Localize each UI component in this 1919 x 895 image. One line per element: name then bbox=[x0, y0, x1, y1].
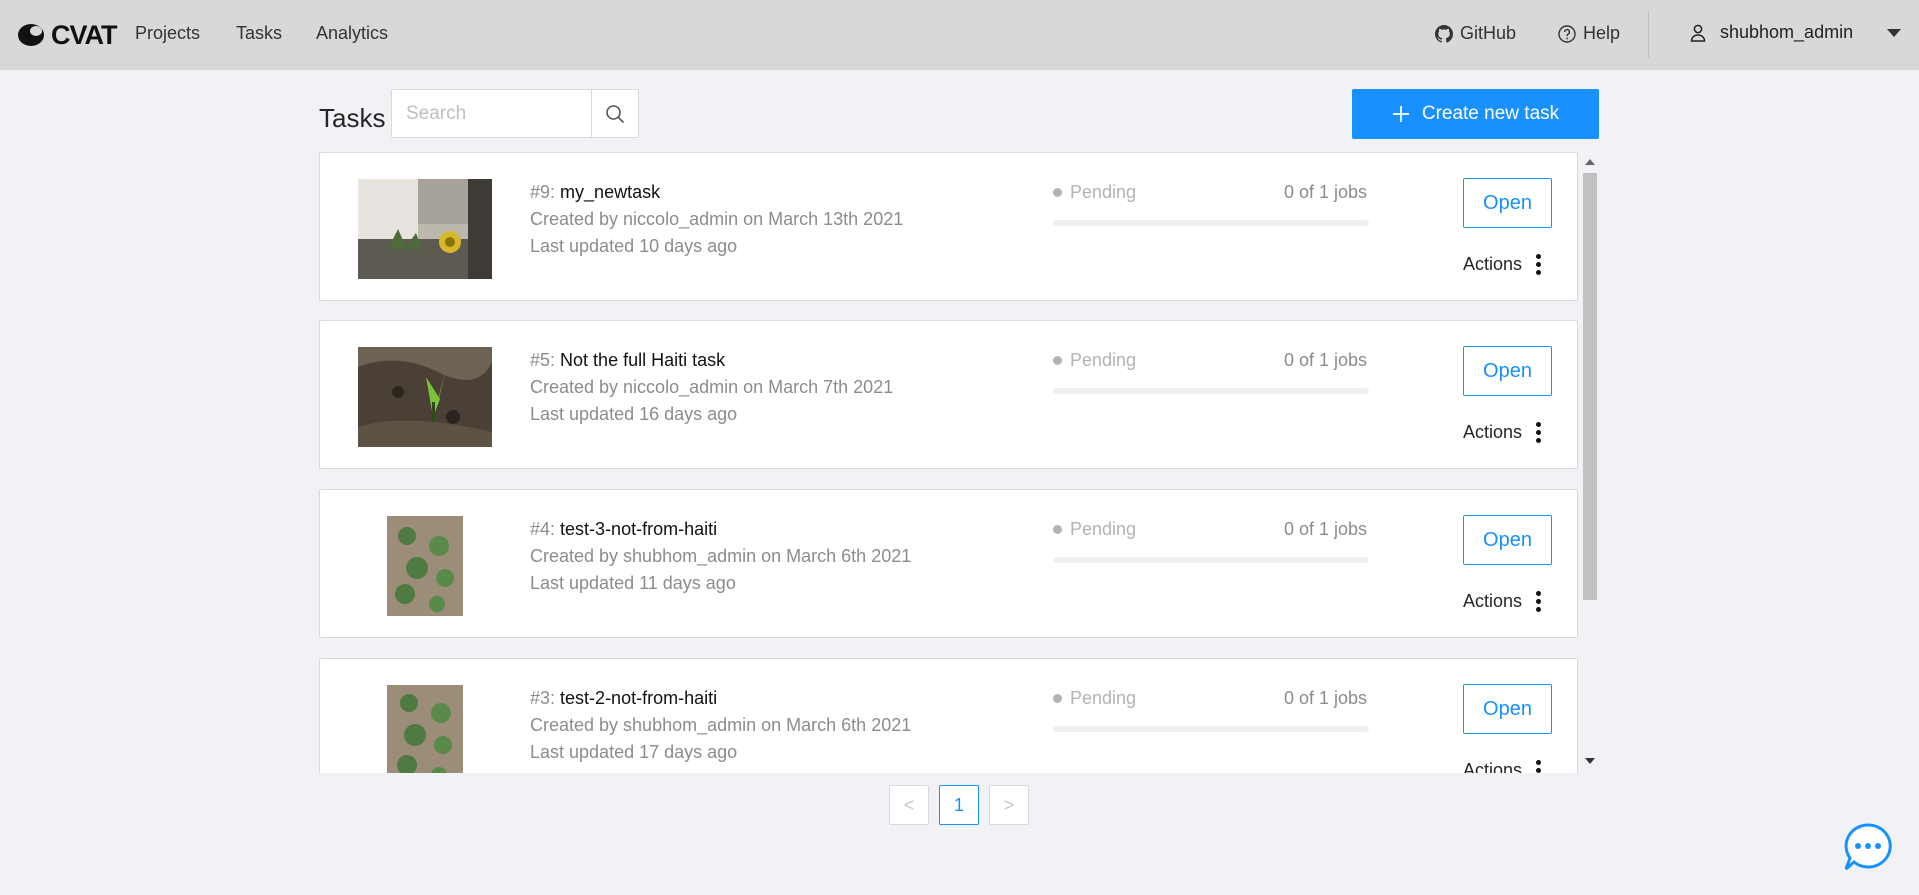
task-updated: Last updated 16 days ago bbox=[530, 404, 738, 424]
task-thumbnail bbox=[387, 516, 463, 616]
status-label: Pending bbox=[1070, 182, 1137, 202]
task-created: Created by niccolo_admin on March 7th 20… bbox=[530, 377, 894, 397]
task-updated: Last updated 10 days ago bbox=[530, 236, 738, 256]
open-task-button[interactable]: Open bbox=[1463, 346, 1552, 396]
task-status: Pending bbox=[1053, 688, 1136, 709]
task-title[interactable]: #3: test-2-not-from-haiti bbox=[530, 688, 717, 709]
open-task-button[interactable]: Open bbox=[1463, 684, 1552, 734]
task-progress-bar bbox=[1053, 726, 1369, 732]
help-label: Help bbox=[1583, 23, 1621, 43]
status-label: Pending bbox=[1070, 688, 1137, 708]
task-title[interactable]: #9: my_newtask bbox=[530, 182, 660, 203]
status-dot-icon bbox=[1053, 356, 1062, 365]
nav-projects[interactable]: Projects bbox=[135, 23, 200, 44]
task-progress-bar bbox=[1053, 220, 1369, 226]
task-thumbnail bbox=[358, 347, 492, 447]
task-id: #9: bbox=[530, 182, 556, 202]
open-task-button[interactable]: Open bbox=[1463, 178, 1552, 228]
create-new-task-label: Create new task bbox=[1421, 103, 1560, 124]
more-vertical-icon bbox=[1536, 591, 1542, 612]
actions-label: Actions bbox=[1463, 254, 1523, 274]
nav-tasks[interactable]: Tasks bbox=[236, 23, 282, 44]
scroll-thumb[interactable] bbox=[1583, 173, 1597, 600]
plus-icon bbox=[1392, 106, 1409, 122]
header-divider bbox=[1648, 12, 1649, 58]
status-label: Pending bbox=[1070, 519, 1137, 539]
username: shubhom_admin bbox=[1720, 22, 1854, 42]
task-jobs: 0 of 1 jobs bbox=[1283, 519, 1367, 539]
task-actions-menu[interactable]: Actions bbox=[1463, 591, 1542, 612]
task-list: #9: my_newtask Created by niccolo_admin … bbox=[319, 151, 1599, 773]
task-actions-menu[interactable]: Actions bbox=[1463, 760, 1542, 773]
task-updated: Last updated 11 days ago bbox=[530, 573, 736, 593]
task-thumbnail bbox=[387, 685, 463, 773]
task-thumbnail bbox=[358, 179, 492, 279]
more-vertical-icon bbox=[1536, 760, 1542, 773]
task-name: Not the full Haiti task bbox=[560, 350, 726, 370]
task-name: test-3-not-from-haiti bbox=[560, 519, 718, 539]
logo-text: CVAT bbox=[51, 19, 117, 50]
help-link[interactable]: Help bbox=[1558, 23, 1620, 44]
scroll-up-arrow-icon[interactable] bbox=[1585, 159, 1595, 165]
scroll-down-arrow-icon[interactable] bbox=[1585, 758, 1595, 764]
task-list-scrollbar[interactable] bbox=[1581, 151, 1599, 773]
task-status: Pending bbox=[1053, 350, 1136, 371]
open-task-button[interactable]: Open bbox=[1463, 515, 1552, 565]
search-icon bbox=[606, 104, 625, 123]
task-item: #5: Not the full Haiti task Created by n… bbox=[319, 320, 1578, 469]
task-item: #9: my_newtask Created by niccolo_admin … bbox=[319, 152, 1578, 301]
task-id: #5: bbox=[530, 350, 556, 370]
task-item: #3: test-2-not-from-haiti Created by shu… bbox=[319, 658, 1578, 773]
status-dot-icon bbox=[1053, 188, 1062, 197]
task-jobs: 0 of 1 jobs bbox=[1283, 688, 1367, 708]
search-button[interactable] bbox=[591, 90, 638, 137]
task-actions-menu[interactable]: Actions bbox=[1463, 422, 1542, 443]
task-progress-bar bbox=[1053, 557, 1369, 563]
top-header: CVAT Projects Tasks Analytics GitHub Hel… bbox=[0, 0, 1919, 70]
more-vertical-icon bbox=[1536, 422, 1542, 443]
caret-down-icon bbox=[1887, 28, 1902, 37]
task-status: Pending bbox=[1053, 519, 1136, 540]
task-updated: Last updated 17 days ago bbox=[530, 742, 738, 762]
status-dot-icon bbox=[1053, 694, 1062, 703]
github-label: GitHub bbox=[1460, 23, 1517, 43]
actions-label: Actions bbox=[1463, 591, 1523, 611]
task-created: Created by shubhom_admin on March 6th 20… bbox=[530, 715, 912, 735]
pagination-next-button[interactable]: > bbox=[989, 785, 1029, 825]
search-input[interactable] bbox=[392, 90, 591, 137]
task-name: test-2-not-from-haiti bbox=[560, 688, 718, 708]
task-created: Created by niccolo_admin on March 13th 2… bbox=[530, 209, 904, 229]
more-vertical-icon bbox=[1536, 254, 1542, 275]
pagination-page-1[interactable]: 1 bbox=[939, 785, 979, 825]
task-title[interactable]: #4: test-3-not-from-haiti bbox=[530, 519, 717, 540]
status-dot-icon bbox=[1053, 525, 1062, 534]
user-icon bbox=[1690, 24, 1706, 42]
task-item: #4: test-3-not-from-haiti Created by shu… bbox=[319, 489, 1578, 638]
github-link[interactable]: GitHub bbox=[1435, 23, 1516, 44]
task-id: #4: bbox=[530, 519, 556, 539]
task-jobs: 0 of 1 jobs bbox=[1283, 350, 1367, 370]
task-status: Pending bbox=[1053, 182, 1136, 203]
task-created: Created by shubhom_admin on March 6th 20… bbox=[530, 546, 912, 566]
actions-label: Actions bbox=[1463, 760, 1523, 773]
task-progress-bar bbox=[1053, 388, 1369, 394]
task-jobs: 0 of 1 jobs bbox=[1283, 182, 1367, 202]
task-actions-menu[interactable]: Actions bbox=[1463, 254, 1542, 275]
cvat-logo-icon bbox=[18, 24, 44, 46]
github-icon bbox=[1435, 24, 1453, 43]
task-title[interactable]: #5: Not the full Haiti task bbox=[530, 350, 725, 371]
create-new-task-button[interactable]: Create new task bbox=[1352, 89, 1599, 139]
status-label: Pending bbox=[1070, 350, 1137, 370]
task-id: #3: bbox=[530, 688, 556, 708]
nav-analytics[interactable]: Analytics bbox=[316, 23, 388, 44]
help-circle-icon bbox=[1558, 24, 1576, 43]
chat-bubble-icon[interactable] bbox=[1842, 822, 1894, 872]
page-title: Tasks bbox=[319, 103, 386, 133]
task-name: my_newtask bbox=[560, 182, 661, 202]
pagination-prev-button[interactable]: < bbox=[889, 785, 929, 825]
search-box bbox=[391, 89, 639, 138]
user-menu[interactable]: shubhom_admin bbox=[1690, 22, 1902, 43]
cvat-logo[interactable]: CVAT bbox=[17, 20, 117, 50]
actions-label: Actions bbox=[1463, 422, 1523, 442]
